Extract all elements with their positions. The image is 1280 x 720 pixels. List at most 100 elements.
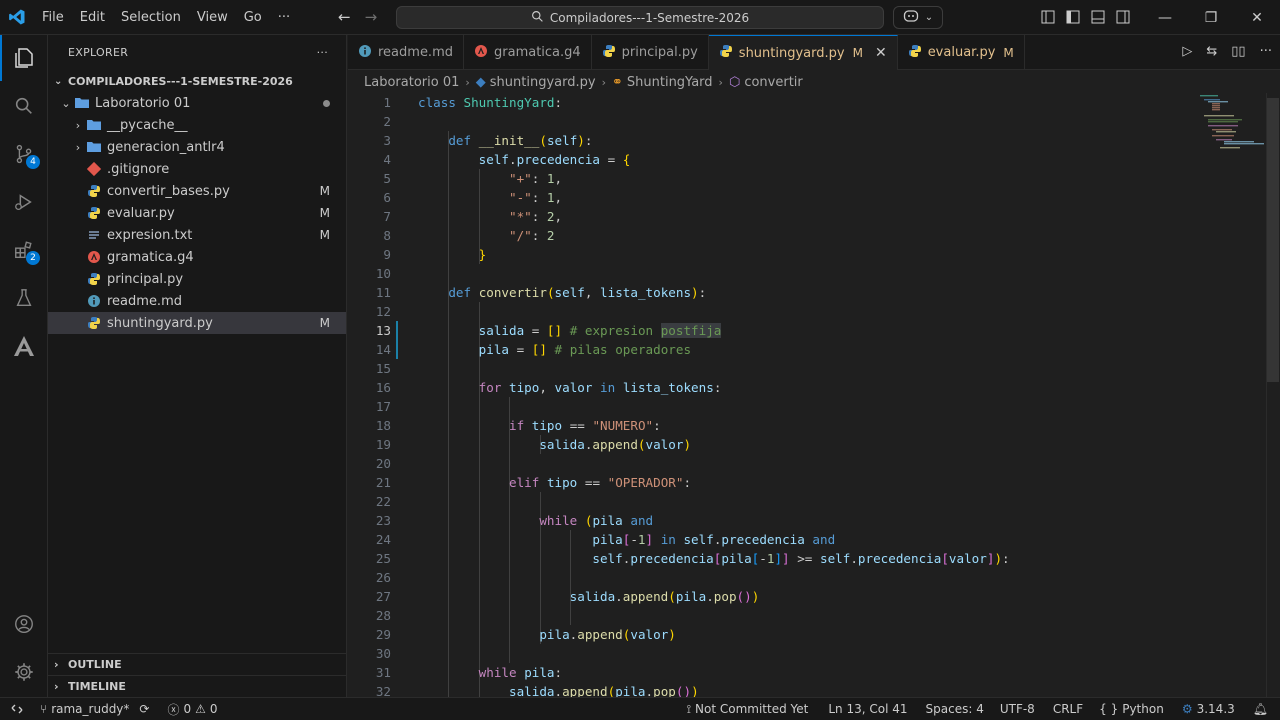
menu-go[interactable]: Go <box>236 0 270 35</box>
indentation[interactable]: Spaces: 4 <box>920 698 990 720</box>
code-line[interactable]: 22 <box>348 492 1280 511</box>
code-line[interactable]: 28 <box>348 606 1280 625</box>
run-debug-icon[interactable] <box>0 179 48 225</box>
code-line[interactable]: 26 <box>348 568 1280 587</box>
code-line[interactable]: 27 salida.append(pila.pop()) <box>348 587 1280 606</box>
code-line[interactable]: 21 elif tipo == "OPERADOR": <box>348 473 1280 492</box>
language-mode[interactable]: { } Python <box>1093 698 1170 720</box>
editor-tab[interactable]: shuntingyard.py M ✕ <box>708 35 898 70</box>
menu-edit[interactable]: Edit <box>72 0 113 35</box>
code-line[interactable]: 20 <box>348 454 1280 473</box>
more-actions-icon[interactable]: ··· <box>1260 44 1272 59</box>
breadcrumb-file[interactable]: shuntingyard.py <box>490 75 596 90</box>
file-tree-item[interactable]: shuntingyard.py M <box>48 312 346 334</box>
code-line[interactable]: 25 self.precedencia[pila[-1]] >= self.pr… <box>348 549 1280 568</box>
breadcrumb-class[interactable]: ShuntingYard <box>627 75 713 90</box>
branch-status[interactable]: ⑂ rama_ruddy* ⟳ <box>34 698 155 720</box>
file-tree-item[interactable]: readme.md <box>48 290 346 312</box>
command-center[interactable]: Compiladores---1-Semestre-2026 <box>396 6 884 29</box>
workspace-root[interactable]: ⌄ COMPILADORES---1-SEMESTRE-2026 <box>48 70 346 92</box>
code-line[interactable]: 14 pila = [] # pilas operadores <box>348 340 1280 359</box>
code-line[interactable]: 17 <box>348 397 1280 416</box>
file-tree-item[interactable]: evaluar.py M <box>48 202 346 224</box>
code-line[interactable]: 30 <box>348 644 1280 663</box>
code-line[interactable]: 19 salida.append(valor) <box>348 435 1280 454</box>
code-line[interactable]: 24 pila[-1] in self.precedencia and <box>348 530 1280 549</box>
code-line[interactable]: 7 "*": 2, <box>348 207 1280 226</box>
notifications-bell[interactable]: 🔔︎ <box>1247 698 1274 720</box>
file-tree-item[interactable]: convertir_bases.py M <box>48 180 346 202</box>
editor-tab[interactable]: principal.py <box>592 35 709 70</box>
code-line[interactable]: 3 def __init__(self): <box>348 131 1280 150</box>
code-line[interactable]: 10 <box>348 264 1280 283</box>
explorer-icon[interactable] <box>0 35 48 81</box>
account-icon[interactable] <box>0 601 48 647</box>
layout-editor-icon[interactable] <box>1040 8 1056 26</box>
file-tree-item[interactable]: gramatica.g4 <box>48 246 346 268</box>
editor-tab[interactable]: gramatica.g4 <box>464 35 592 70</box>
timeline-section[interactable]: › TIMELINE <box>48 675 347 697</box>
testing-icon[interactable] <box>0 275 48 321</box>
close-tab-icon[interactable]: ✕ <box>875 45 887 61</box>
code-line[interactable]: 4 self.precedencia = { <box>348 150 1280 169</box>
extensions-icon[interactable]: 2 <box>0 227 48 273</box>
outline-section[interactable]: › OUTLINE <box>48 653 347 675</box>
code-line[interactable]: 23 while (pila and <box>348 511 1280 530</box>
menu-view[interactable]: View <box>189 0 236 35</box>
file-tree-item[interactable]: principal.py <box>48 268 346 290</box>
cursor-position[interactable]: Ln 13, Col 41 <box>822 698 913 720</box>
blame-status[interactable]: ⟟ Not Committed Yet <box>681 698 815 720</box>
code-line[interactable]: 1 class ShuntingYard: <box>348 93 1280 112</box>
code-line[interactable]: 9 } <box>348 245 1280 264</box>
code-line[interactable]: 6 "-": 1, <box>348 188 1280 207</box>
file-tree-item[interactable]: › __pycache__ <box>48 114 346 136</box>
breadcrumb-folder[interactable]: Laboratorio 01 <box>364 75 459 90</box>
run-icon[interactable]: ▷ <box>1182 44 1192 59</box>
code-line[interactable]: 13 salida = [] # expresion postfija <box>348 321 1280 340</box>
explorer-more-button[interactable]: ··· <box>317 46 328 59</box>
code-line[interactable]: 29 pila.append(valor) <box>348 625 1280 644</box>
folder-laboratorio-01[interactable]: ⌄ Laboratorio 01 <box>48 92 346 114</box>
breadcrumb-method[interactable]: convertir <box>744 75 802 90</box>
toggle-panel-icon[interactable] <box>1090 8 1106 26</box>
code-line[interactable]: 18 if tipo == "NUMERO": <box>348 416 1280 435</box>
source-control-icon[interactable]: 4 <box>0 131 48 177</box>
editor-tab[interactable]: readme.md <box>348 35 464 70</box>
editor-tab[interactable]: evaluar.py M <box>898 35 1025 70</box>
file-tree-item[interactable]: .gitignore <box>48 158 346 180</box>
back-arrow-icon[interactable]: ← <box>338 8 351 26</box>
code-line[interactable]: 8 "/": 2 <box>348 226 1280 245</box>
close-icon[interactable]: ✕ <box>1234 0 1280 35</box>
menu-more[interactable]: ··· <box>270 0 298 35</box>
problems-status[interactable]: ⓧ 0 ⚠ 0 <box>161 698 223 720</box>
split-editor-icon[interactable]: ▯▯ <box>1231 44 1245 59</box>
code-line[interactable]: 12 <box>348 302 1280 321</box>
code-line[interactable]: 11 def convertir(self, lista_tokens): <box>348 283 1280 302</box>
code-line[interactable]: 5 "+": 1, <box>348 169 1280 188</box>
code-line[interactable]: 15 <box>348 359 1280 378</box>
editor-scrollbar-thumb[interactable] <box>1267 98 1279 382</box>
code-line[interactable]: 2 <box>348 112 1280 131</box>
search-icon[interactable] <box>0 83 48 129</box>
interpreter-version[interactable]: ⚙ 3.14.3 <box>1176 698 1241 720</box>
sync-icon[interactable]: ⟳ <box>139 702 149 716</box>
minimap[interactable] <box>1190 93 1266 153</box>
file-tree-item[interactable]: expresion.txt M <box>48 224 346 246</box>
restore-icon[interactable]: ❐ <box>1188 0 1234 35</box>
toggle-secondary-sidebar-icon[interactable] <box>1115 8 1131 26</box>
menu-file[interactable]: File <box>34 0 72 35</box>
menu-selection[interactable]: Selection <box>113 0 189 35</box>
code-line[interactable]: 16 for tipo, valor in lista_tokens: <box>348 378 1280 397</box>
line-endings[interactable]: CRLF <box>1047 698 1089 720</box>
code-line[interactable]: 31 while pila: <box>348 663 1280 682</box>
minimize-icon[interactable]: — <box>1142 0 1188 35</box>
compare-changes-icon[interactable]: ⇆ <box>1206 44 1217 59</box>
file-tree-item[interactable]: › generacion_antlr4 <box>48 136 346 158</box>
remote-icon[interactable] <box>0 698 34 720</box>
encoding[interactable]: UTF-8 <box>994 698 1041 720</box>
toggle-sidebar-icon[interactable] <box>1065 8 1081 26</box>
settings-gear-icon[interactable] <box>0 649 48 695</box>
forward-arrow-icon[interactable]: → <box>365 8 378 26</box>
copilot-button[interactable]: ⌄ <box>893 6 943 29</box>
antlr-icon[interactable] <box>0 323 48 369</box>
